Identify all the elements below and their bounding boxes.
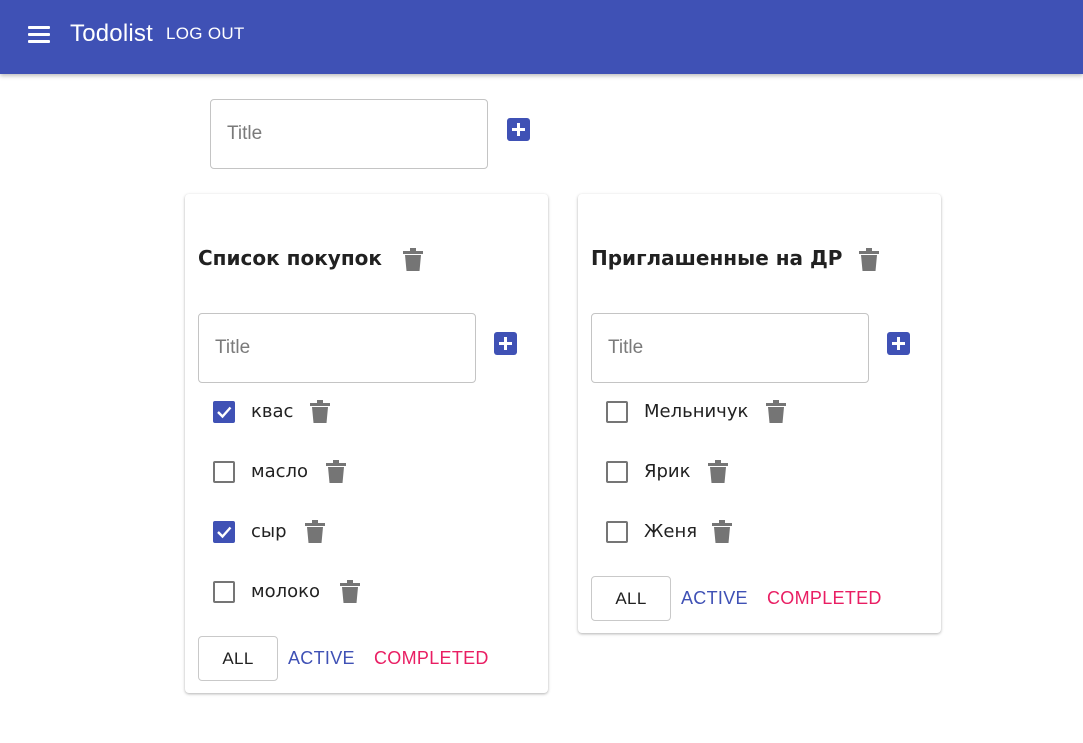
delete-task-icon[interactable]: [325, 460, 347, 484]
filter-all-button[interactable]: ALL: [591, 576, 671, 621]
delete-task-icon[interactable]: [765, 400, 787, 424]
task-checkbox[interactable]: [213, 461, 235, 483]
delete-task-icon[interactable]: [339, 580, 361, 604]
add-task-button[interactable]: [494, 332, 517, 355]
task-checkbox[interactable]: [606, 401, 628, 423]
task-label: Женя: [644, 521, 698, 542]
filter-all-button[interactable]: ALL: [198, 636, 278, 681]
delete-task-icon[interactable]: [711, 520, 733, 544]
logout-button[interactable]: LOG OUT: [166, 24, 245, 44]
delete-task-icon[interactable]: [707, 460, 729, 484]
new-list-input[interactable]: [211, 100, 487, 168]
new-task-field: [198, 313, 476, 383]
task-checkbox[interactable]: [606, 461, 628, 483]
delete-list-icon[interactable]: [402, 248, 424, 272]
delete-list-icon[interactable]: [858, 248, 880, 272]
add-list-button[interactable]: [507, 118, 530, 141]
task-label: Мельничук: [644, 401, 749, 422]
new-task-input[interactable]: [592, 314, 868, 382]
list-title: Приглашенные на ДР: [591, 246, 843, 270]
task-checkbox[interactable]: [213, 581, 235, 603]
new-list-field: [210, 99, 488, 169]
filter-active-button[interactable]: ACTIVE: [681, 588, 748, 609]
todolist-card: Список покупок квас масло сыр молоко AL: [185, 194, 548, 693]
list-title: Список покупок: [198, 246, 382, 270]
task-label: сыр: [251, 521, 287, 542]
delete-task-icon[interactable]: [304, 520, 326, 544]
menu-icon[interactable]: [22, 19, 58, 51]
task-label: молоко: [251, 581, 320, 602]
todolist-card: Приглашенные на ДР Мельничук Ярик Женя A…: [578, 194, 941, 633]
filter-completed-button[interactable]: COMPLETED: [767, 588, 882, 609]
app-title: Todolist: [70, 20, 153, 47]
add-task-button[interactable]: [887, 332, 910, 355]
task-label: квас: [251, 401, 294, 422]
delete-task-icon[interactable]: [309, 400, 331, 424]
new-task-input[interactable]: [199, 314, 475, 382]
new-task-field: [591, 313, 869, 383]
app-bar: Todolist LOG OUT: [0, 0, 1083, 74]
task-checkbox[interactable]: [213, 521, 235, 543]
filter-completed-button[interactable]: COMPLETED: [374, 648, 489, 669]
task-checkbox[interactable]: [213, 401, 235, 423]
task-label: масло: [251, 461, 309, 482]
task-checkbox[interactable]: [606, 521, 628, 543]
filter-active-button[interactable]: ACTIVE: [288, 648, 355, 669]
task-label: Ярик: [644, 461, 691, 482]
